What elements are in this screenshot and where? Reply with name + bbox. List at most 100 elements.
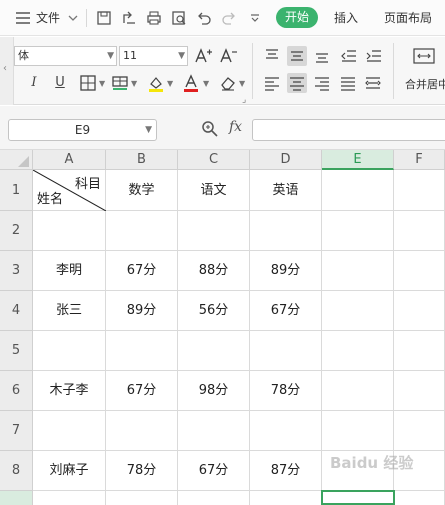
fill-color-icon[interactable]: [146, 73, 166, 93]
score-cell[interactable]: 67分: [250, 291, 322, 331]
table-cell[interactable]: [250, 331, 322, 371]
align-top-icon[interactable]: [262, 46, 282, 66]
table-cell[interactable]: [394, 371, 445, 411]
insert-function-button[interactable]: fx: [229, 119, 242, 135]
italic-icon[interactable]: I: [24, 73, 44, 93]
table-cell[interactable]: [106, 331, 178, 371]
table-cell[interactable]: [322, 211, 394, 251]
table-cell[interactable]: [322, 331, 394, 371]
score-cell[interactable]: 78分: [250, 371, 322, 411]
table-cell[interactable]: [322, 491, 394, 505]
table-cell[interactable]: [250, 211, 322, 251]
merge-center-icon[interactable]: [412, 46, 436, 66]
table-cell[interactable]: [178, 411, 250, 451]
student-name-cell[interactable]: 木子李: [33, 371, 106, 411]
save-icon[interactable]: [95, 9, 113, 27]
table-cell[interactable]: [322, 291, 394, 331]
column-header-d[interactable]: D: [250, 150, 322, 170]
font-size-select[interactable]: 11 ▼: [119, 46, 188, 66]
score-cell[interactable]: 98分: [178, 371, 250, 411]
score-cell[interactable]: 89分: [250, 251, 322, 291]
row-header-4[interactable]: 4: [0, 291, 33, 331]
font-settings-icon[interactable]: ⌟: [242, 95, 246, 105]
row-header-5[interactable]: 5: [0, 331, 33, 371]
score-cell[interactable]: 78分: [106, 451, 178, 491]
row-header-6[interactable]: 6: [0, 371, 33, 411]
table-cell[interactable]: [394, 170, 445, 211]
formula-input[interactable]: [252, 119, 445, 141]
row-header-8[interactable]: 8: [0, 451, 33, 491]
table-cell[interactable]: [178, 211, 250, 251]
table-cell[interactable]: [394, 291, 445, 331]
chevron-down-icon[interactable]: ▼: [131, 79, 137, 88]
score-cell[interactable]: 56分: [178, 291, 250, 331]
header-cell-chinese[interactable]: 语文: [178, 170, 250, 211]
justify-icon[interactable]: [338, 73, 358, 93]
student-name-cell[interactable]: 李明: [33, 251, 106, 291]
column-header-f[interactable]: F: [394, 150, 445, 170]
column-header-a[interactable]: A: [33, 150, 106, 170]
border-icon[interactable]: [78, 73, 98, 93]
table-cell[interactable]: [322, 170, 394, 211]
header-cell-english[interactable]: 英语: [250, 170, 322, 211]
table-cell[interactable]: [178, 331, 250, 371]
student-name-cell[interactable]: 刘麻子: [33, 451, 106, 491]
fill-format-icon[interactable]: [110, 73, 130, 93]
row-header-1[interactable]: 1: [0, 170, 33, 211]
decrease-font-icon[interactable]: [218, 46, 238, 66]
font-color-icon[interactable]: [181, 73, 201, 93]
redo-icon[interactable]: [220, 9, 238, 27]
score-cell[interactable]: 87分: [250, 451, 322, 491]
row-header-2[interactable]: 2: [0, 211, 33, 251]
column-header-c[interactable]: C: [178, 150, 250, 170]
table-cell[interactable]: [33, 491, 106, 505]
align-middle-icon[interactable]: [287, 46, 307, 66]
table-cell[interactable]: [33, 331, 106, 371]
tab-insert[interactable]: 插入: [334, 0, 358, 36]
table-cell[interactable]: [322, 251, 394, 291]
student-name-cell[interactable]: 张三: [33, 291, 106, 331]
table-cell[interactable]: [394, 251, 445, 291]
chevron-down-icon[interactable]: ▼: [167, 79, 173, 88]
table-cell[interactable]: [33, 211, 106, 251]
undo-icon[interactable]: [195, 9, 213, 27]
underline-icon[interactable]: U: [50, 73, 70, 93]
align-bottom-icon[interactable]: [312, 46, 332, 66]
ribbon-scroll-left[interactable]: ‹: [0, 37, 14, 105]
score-cell[interactable]: 89分: [106, 291, 178, 331]
font-name-select[interactable]: 体 ▼: [14, 46, 117, 66]
table-cell[interactable]: [106, 211, 178, 251]
table-cell[interactable]: [394, 331, 445, 371]
chevron-down-icon[interactable]: [64, 9, 82, 27]
chevron-down-icon[interactable]: ▼: [239, 79, 245, 88]
table-cell[interactable]: [394, 411, 445, 451]
align-left-icon[interactable]: [262, 73, 282, 93]
distributed-align-icon[interactable]: [363, 73, 383, 93]
print-icon[interactable]: [145, 9, 163, 27]
table-cell[interactable]: [106, 491, 178, 505]
merge-center-button[interactable]: 合并居中: [405, 76, 445, 92]
chevron-down-icon[interactable]: ▼: [99, 79, 105, 88]
score-cell[interactable]: 67分: [106, 371, 178, 411]
row-header-7[interactable]: 7: [0, 411, 33, 451]
align-right-icon[interactable]: [312, 73, 332, 93]
score-cell[interactable]: 67分: [106, 251, 178, 291]
select-all-corner[interactable]: [0, 150, 33, 170]
header-cell-math[interactable]: 数学: [106, 170, 178, 211]
clear-format-icon[interactable]: [218, 73, 238, 93]
column-header-b[interactable]: B: [106, 150, 178, 170]
table-cell[interactable]: [106, 411, 178, 451]
table-cell[interactable]: [250, 491, 322, 505]
hamburger-icon[interactable]: [14, 9, 32, 27]
table-cell[interactable]: [322, 371, 394, 411]
tab-page-layout[interactable]: 页面布局: [384, 0, 432, 36]
row-header-3[interactable]: 3: [0, 251, 33, 291]
score-cell[interactable]: 67分: [178, 451, 250, 491]
align-center-icon[interactable]: [287, 73, 307, 93]
table-cell[interactable]: [322, 411, 394, 451]
file-menu[interactable]: 文件: [36, 0, 60, 36]
increase-font-icon[interactable]: [193, 46, 213, 66]
row-header-9[interactable]: [0, 491, 33, 505]
chevron-down-icon[interactable]: ▼: [203, 79, 209, 88]
table-cell[interactable]: [394, 211, 445, 251]
